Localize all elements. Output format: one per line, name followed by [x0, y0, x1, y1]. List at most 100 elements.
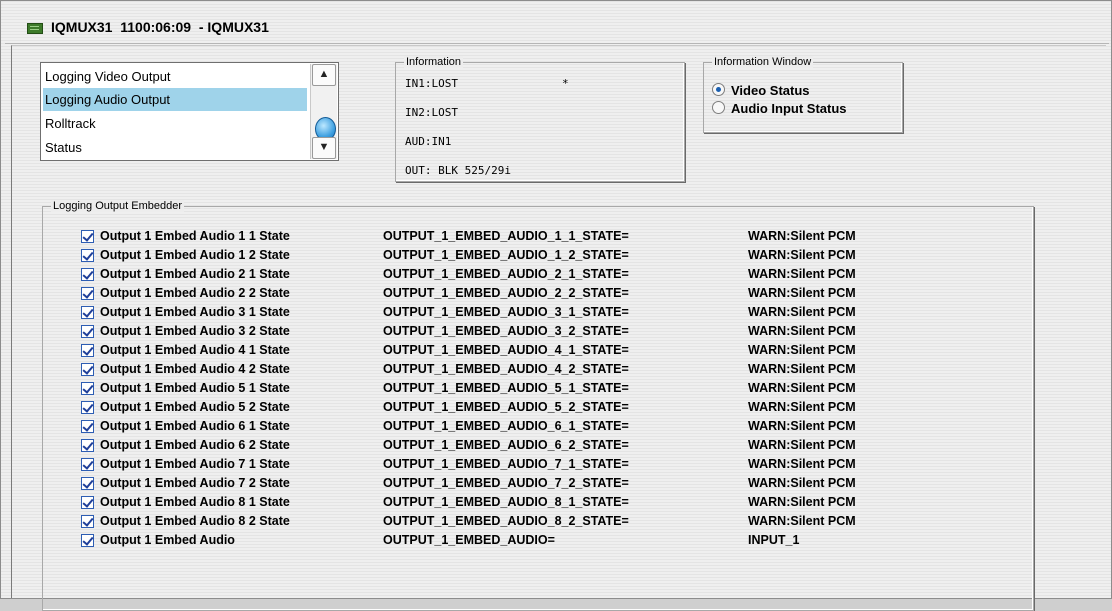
row-key: OUTPUT_1_EMBED_AUDIO_5_2_STATE= [383, 400, 629, 414]
listbox-scrollbar[interactable]: ▲ ▼ [310, 64, 337, 159]
row-value: WARN:Silent PCM [748, 305, 856, 319]
checkbox[interactable] [81, 515, 94, 528]
row-label: Output 1 Embed Audio 6 1 State [100, 419, 290, 433]
row-value: WARN:Silent PCM [748, 286, 856, 300]
row-label: Output 1 Embed Audio 3 2 State [100, 324, 290, 338]
info-marker: * [562, 77, 569, 90]
client-area: Logging Video Output Logging Audio Outpu… [11, 45, 1106, 611]
logging-legend: Logging Output Embedder [51, 200, 185, 212]
row-label: Output 1 Embed Audio 4 2 State [100, 362, 290, 376]
scroll-down-button[interactable]: ▼ [312, 137, 336, 159]
list-item-label: Rolltrack [45, 116, 96, 131]
list-item-logging-audio-output[interactable]: Logging Audio Output [43, 88, 307, 111]
row-key: OUTPUT_1_EMBED_AUDIO_4_1_STATE= [383, 343, 629, 357]
chevron-up-icon: ▲ [318, 68, 330, 80]
checkbox[interactable] [81, 249, 94, 262]
list-item-label: Logging Audio Output [45, 92, 171, 107]
row-label: Output 1 Embed Audio 5 2 State [100, 400, 290, 414]
row-label: Output 1 Embed Audio 2 2 State [100, 286, 290, 300]
row-key: OUTPUT_1_EMBED_AUDIO_2_1_STATE= [383, 267, 629, 281]
row-value: WARN:Silent PCM [748, 495, 856, 509]
page-listbox[interactable]: Logging Video Output Logging Audio Outpu… [40, 62, 339, 161]
radio-selected-icon [712, 83, 725, 96]
checkbox[interactable] [81, 401, 94, 414]
row-value: WARN:Silent PCM [748, 229, 856, 243]
checkbox[interactable] [81, 325, 94, 338]
information-group: Information IN1:LOST * IN2:LOST AUD:IN1 … [395, 56, 685, 182]
row-key: OUTPUT_1_EMBED_AUDIO_6_1_STATE= [383, 419, 629, 433]
checkbox[interactable] [81, 363, 94, 376]
info-line-out: OUT: BLK 525/29i [405, 164, 511, 177]
chevron-down-icon: ▼ [318, 141, 330, 153]
title-bar: IQMUX31 1100:06:09 - IQMUX31 [5, 13, 1109, 44]
checkbox[interactable] [81, 496, 94, 509]
row-label: Output 1 Embed Audio 6 2 State [100, 438, 290, 452]
row-key: OUTPUT_1_EMBED_AUDIO_8_2_STATE= [383, 514, 629, 528]
row-key: OUTPUT_1_EMBED_AUDIO_5_1_STATE= [383, 381, 629, 395]
audio-input-status-radio[interactable]: Audio Input Status [712, 101, 847, 117]
checkbox[interactable] [81, 477, 94, 490]
window-title: IQMUX31 1100:06:09 - IQMUX31 [51, 19, 269, 35]
row-label: Output 1 Embed Audio 3 1 State [100, 305, 290, 319]
row-label: Output 1 Embed Audio [100, 533, 235, 547]
row-key: OUTPUT_1_EMBED_AUDIO_2_2_STATE= [383, 286, 629, 300]
list-item-label: Logging Video Output [45, 69, 171, 84]
row-key: OUTPUT_1_EMBED_AUDIO= [383, 533, 555, 547]
row-label: Output 1 Embed Audio 5 1 State [100, 381, 290, 395]
row-key: OUTPUT_1_EMBED_AUDIO_3_1_STATE= [383, 305, 629, 319]
list-item-logging-video-output[interactable]: Logging Video Output [43, 65, 307, 88]
checkbox[interactable] [81, 382, 94, 395]
logging-output-embedder-group: Logging Output Embedder Output 1 Embed A… [42, 200, 1034, 611]
row-value: WARN:Silent PCM [748, 419, 856, 433]
information-legend: Information [404, 56, 464, 68]
radio-unselected-icon [712, 101, 725, 114]
row-value: WARN:Silent PCM [748, 343, 856, 357]
checkbox[interactable] [81, 458, 94, 471]
row-key: OUTPUT_1_EMBED_AUDIO_7_2_STATE= [383, 476, 629, 490]
row-key: OUTPUT_1_EMBED_AUDIO_1_2_STATE= [383, 248, 629, 262]
row-value: WARN:Silent PCM [748, 381, 856, 395]
row-key: OUTPUT_1_EMBED_AUDIO_1_1_STATE= [383, 229, 629, 243]
row-key: OUTPUT_1_EMBED_AUDIO_3_2_STATE= [383, 324, 629, 338]
checkbox[interactable] [81, 534, 94, 547]
radio-label: Audio Input Status [731, 101, 847, 116]
row-key: OUTPUT_1_EMBED_AUDIO_7_1_STATE= [383, 457, 629, 471]
row-value: WARN:Silent PCM [748, 476, 856, 490]
checkbox[interactable] [81, 420, 94, 433]
row-label: Output 1 Embed Audio 7 2 State [100, 476, 290, 490]
info-line-in2: IN2:LOST [405, 106, 458, 119]
device-icon [27, 23, 43, 34]
list-item-rolltrack[interactable]: Rolltrack [43, 112, 307, 135]
row-value: INPUT_1 [748, 533, 800, 547]
row-label: Output 1 Embed Audio 1 2 State [100, 248, 290, 262]
row-value: WARN:Silent PCM [748, 400, 856, 414]
checkbox[interactable] [81, 439, 94, 452]
video-status-radio[interactable]: Video Status [712, 83, 810, 99]
row-label: Output 1 Embed Audio 2 1 State [100, 267, 290, 281]
row-value: WARN:Silent PCM [748, 438, 856, 452]
row-label: Output 1 Embed Audio 1 1 State [100, 229, 290, 243]
checkbox[interactable] [81, 230, 94, 243]
row-key: OUTPUT_1_EMBED_AUDIO_4_2_STATE= [383, 362, 629, 376]
row-value: WARN:Silent PCM [748, 248, 856, 262]
checkbox[interactable] [81, 306, 94, 319]
row-label: Output 1 Embed Audio 8 1 State [100, 495, 290, 509]
row-value: WARN:Silent PCM [748, 362, 856, 376]
row-value: WARN:Silent PCM [748, 514, 856, 528]
row-value: WARN:Silent PCM [748, 324, 856, 338]
row-label: Output 1 Embed Audio 7 1 State [100, 457, 290, 471]
list-item-status[interactable]: Status [43, 136, 307, 159]
checkbox[interactable] [81, 268, 94, 281]
scroll-up-button[interactable]: ▲ [312, 64, 336, 86]
row-value: WARN:Silent PCM [748, 267, 856, 281]
row-value: WARN:Silent PCM [748, 457, 856, 471]
row-key: OUTPUT_1_EMBED_AUDIO_8_1_STATE= [383, 495, 629, 509]
checkbox[interactable] [81, 287, 94, 300]
row-label: Output 1 Embed Audio 4 1 State [100, 343, 290, 357]
checkbox[interactable] [81, 344, 94, 357]
list-item-label: Status [45, 140, 82, 155]
information-window-group: Information Window Video Status Audio In… [703, 56, 903, 133]
application-window: IQMUX31 1100:06:09 - IQMUX31 Logging Vid… [0, 0, 1112, 611]
information-window-legend: Information Window [712, 56, 814, 68]
radio-label: Video Status [731, 83, 810, 98]
